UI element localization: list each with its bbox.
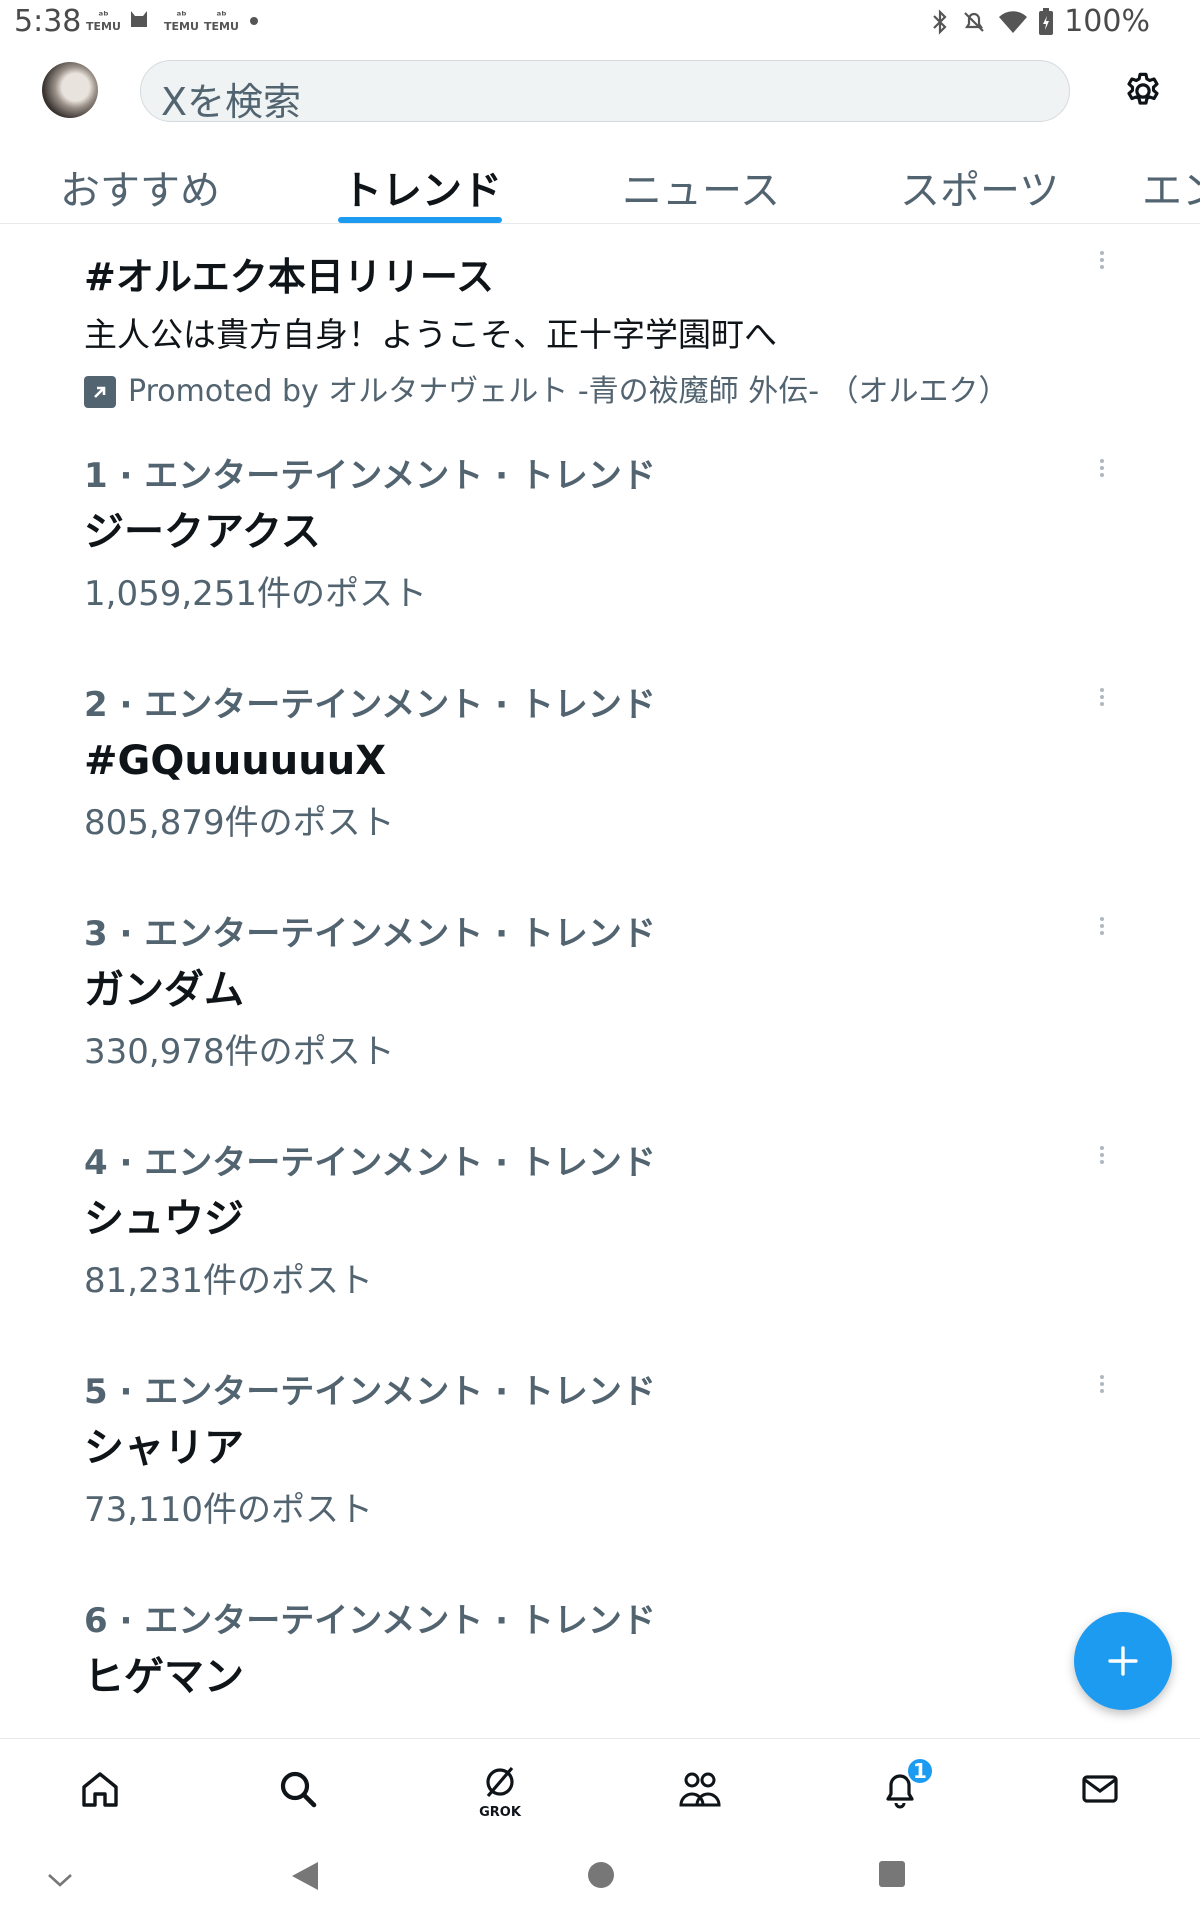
nav-communities[interactable] [672, 1761, 728, 1817]
trend-name: #GQuuuuuuX [84, 738, 387, 784]
more-options-icon[interactable] [1090, 248, 1114, 278]
system-navigation [0, 1840, 1200, 1920]
search-header: Xを検索 [0, 52, 1200, 132]
trend-name: ヒゲマン [84, 1654, 244, 1700]
notification-badge: 1 [906, 1757, 934, 1785]
active-tab-indicator [338, 217, 502, 223]
trend-name: ガンダム [84, 967, 244, 1013]
wifi-icon [999, 10, 1028, 33]
status-bar: 5:38 ᵃᵇ TEMU ᵃᵇ TEMU ᵃᵇ TEMU 100% [0, 0, 1200, 44]
trend-name: シャリア [84, 1425, 244, 1471]
promoted-by: Promoted by オルタナヴェルト -青の祓魔師 外伝- （オルエク） [84, 366, 1200, 418]
trend-meta: 6 · エンターテインメント · トレンド [84, 1601, 656, 1641]
compose-button[interactable] [1074, 1612, 1172, 1710]
avatar[interactable] [42, 62, 98, 118]
search-icon [280, 1771, 317, 1808]
temu-notification-icon: ᵃᵇ TEMU [164, 9, 199, 33]
nav-explore[interactable] [270, 1761, 326, 1817]
trend-meta: 4 · エンターテインメント · トレンド [84, 1143, 656, 1183]
explore-tabs: おすすめ トレンド ニュース スポーツ エンタ [0, 150, 1200, 224]
promoted-description: 主人公は貴方自身！ようこそ、正十字学園町へ [84, 315, 777, 354]
recents-icon[interactable] [878, 1860, 906, 1888]
tab-recommended[interactable]: おすすめ [60, 158, 220, 216]
gear-icon[interactable] [1122, 70, 1164, 112]
battery-icon [1039, 7, 1054, 35]
tab-news[interactable]: ニュース [622, 158, 780, 216]
promoted-title: #オルエク本日リリース [84, 255, 494, 299]
status-time: 5:38 [14, 4, 82, 39]
bottom-navigation: GROK 1 [0, 1738, 1200, 1838]
list-item[interactable]: 3 · エンターテインメント · トレンド ガンダム 330,978件のポスト [0, 888, 1200, 1117]
plus-icon [1108, 1646, 1138, 1676]
list-item[interactable]: 4 · エンターテインメント · トレンド シュウジ 81,231件のポスト [0, 1117, 1200, 1346]
more-options-icon[interactable] [1090, 914, 1114, 944]
cat-notification-icon [128, 8, 150, 32]
back-icon[interactable] [290, 1860, 320, 1892]
list-item[interactable]: 1 · エンターテインメント · トレンド ジークアクス 1,059,251件の… [0, 430, 1200, 659]
bluetooth-icon [933, 8, 947, 35]
home-icon [82, 1772, 118, 1807]
trend-post-count: 1,059,251件のポスト [84, 574, 428, 614]
home-button-icon[interactable] [586, 1860, 616, 1890]
mail-icon [1082, 1775, 1118, 1803]
list-item[interactable]: 2 · エンターテインメント · トレンド #GQuuuuuuX 805,879… [0, 659, 1200, 888]
list-item[interactable]: 5 · エンターテインメント · トレンド シャリア 73,110件のポスト [0, 1346, 1200, 1575]
trend-name: ジークアクス [84, 509, 321, 555]
trend-meta: 5 · エンターテインメント · トレンド [84, 1372, 656, 1412]
promoted-by-text: Promoted by オルタナヴェルト -青の祓魔師 外伝- （オルエク） [128, 374, 1009, 409]
tab-sports[interactable]: スポーツ [900, 158, 1059, 216]
more-options-icon[interactable] [1090, 1143, 1114, 1173]
tab-entertainment[interactable]: エンタ [1142, 158, 1200, 216]
trend-list: #オルエク本日リリース 主人公は貴方自身！ようこそ、正十字学園町へ Promot… [0, 226, 1200, 1715]
trend-post-count: 330,978件のポスト [84, 1032, 395, 1072]
grok-icon [486, 1766, 514, 1798]
nav-notifications[interactable]: 1 [872, 1757, 934, 1817]
promoted-trend[interactable]: #オルエク本日リリース 主人公は貴方自身！ようこそ、正十字学園町へ Promot… [0, 226, 1200, 430]
mute-icon [964, 11, 984, 32]
more-options-icon[interactable] [1090, 1372, 1114, 1402]
more-notifications-dot [250, 17, 258, 25]
chevron-down-icon[interactable] [46, 1870, 74, 1890]
battery-level: 100% [1064, 4, 1150, 39]
trend-post-count: 805,879件のポスト [84, 803, 395, 843]
list-item[interactable]: 6 · エンターテインメント · トレンド ヒゲマン [0, 1575, 1200, 1715]
trend-post-count: 73,110件のポスト [84, 1490, 373, 1530]
communities-icon [679, 1772, 721, 1807]
search-placeholder: Xを検索 [161, 80, 302, 124]
promoted-arrow-icon [84, 376, 116, 408]
nav-grok[interactable]: GROK [472, 1761, 528, 1820]
search-input[interactable]: Xを検索 [140, 60, 1070, 124]
tab-trending[interactable]: トレンド [342, 158, 502, 216]
more-options-icon[interactable] [1090, 456, 1114, 486]
temu-notification-icon: ᵃᵇ TEMU [86, 9, 121, 33]
trend-name: シュウジ [84, 1196, 244, 1242]
nav-home[interactable] [72, 1761, 128, 1817]
trend-meta: 3 · エンターテインメント · トレンド [84, 914, 656, 954]
grok-label: GROK [479, 1805, 521, 1820]
temu-notification-icon: ᵃᵇ TEMU [204, 9, 239, 33]
trend-meta: 2 · エンターテインメント · トレンド [84, 685, 656, 725]
nav-messages[interactable] [1072, 1761, 1128, 1817]
trend-meta: 1 · エンターテインメント · トレンド [84, 456, 656, 496]
trend-post-count: 81,231件のポスト [84, 1261, 373, 1301]
more-options-icon[interactable] [1090, 685, 1114, 715]
